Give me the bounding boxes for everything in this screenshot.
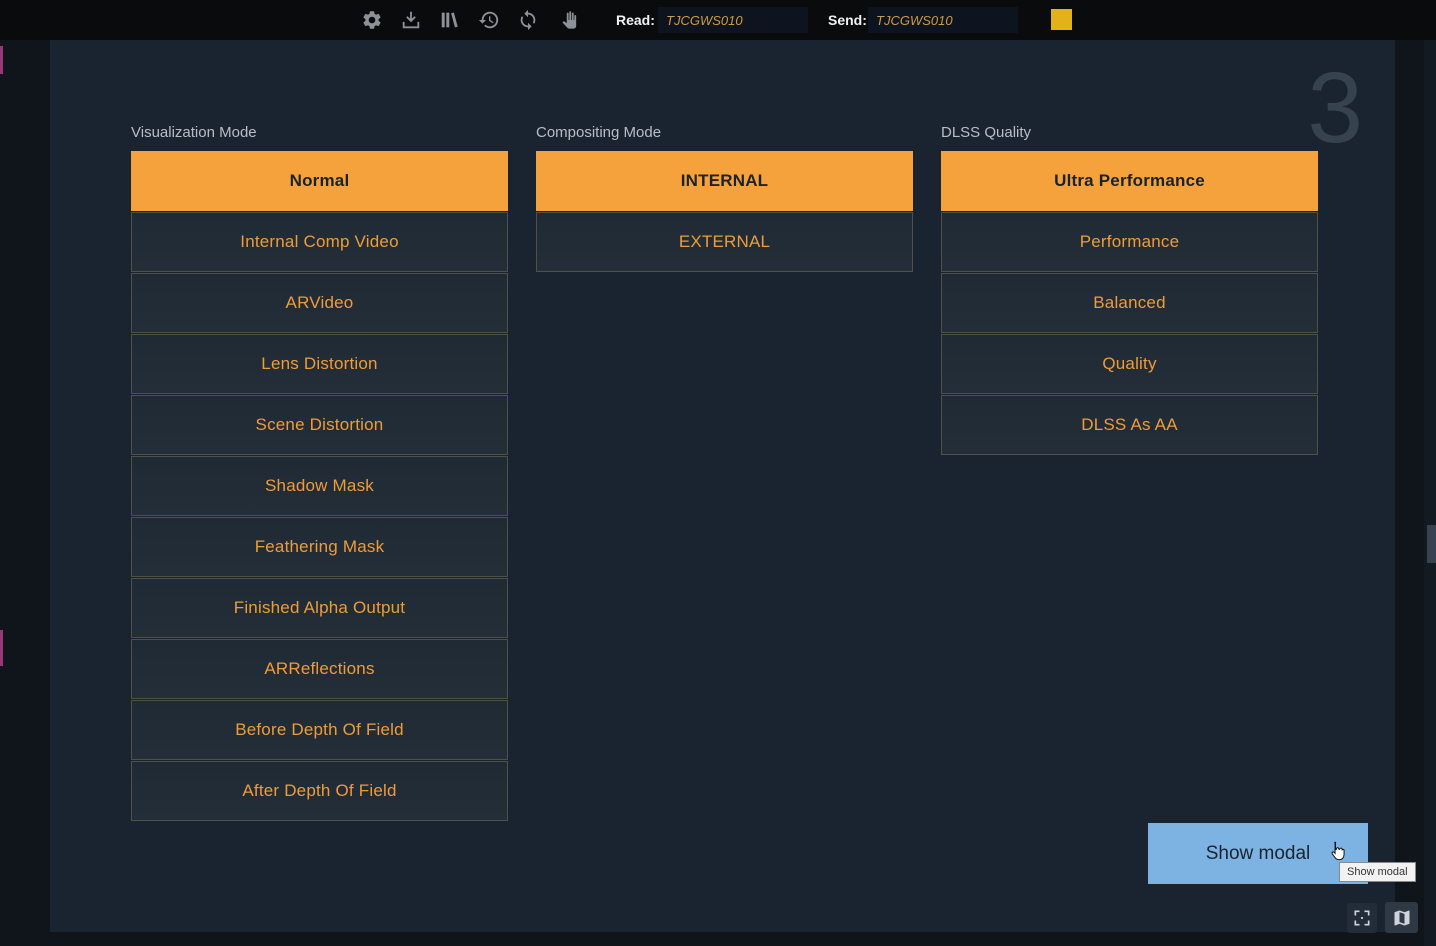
fullscreen-icon[interactable] [1347,903,1377,933]
column-label: Compositing Mode [536,124,913,142]
send-label: Send: [828,12,867,28]
sync-icon[interactable] [516,9,539,32]
option-button-performance[interactable]: Performance [941,212,1318,272]
show-modal-tooltip: Show modal [1339,862,1416,882]
dlss-quality-group: DLSS Quality Ultra PerformancePerformance… [941,124,1318,456]
option-button-quality[interactable]: Quality [941,334,1318,394]
visualization-mode-group: Visualization Mode NormalInternal Comp Vi… [131,124,508,822]
option-button-arvideo[interactable]: ARVideo [131,273,508,333]
option-button-after-depth-of-field[interactable]: After Depth Of Field [131,761,508,821]
hand-icon[interactable] [555,9,578,32]
left-edge-artifact [0,46,3,74]
option-button-balanced[interactable]: Balanced [941,273,1318,333]
compositing-mode-group: Compositing Mode INTERNALEXTERNAL [536,124,913,273]
right-scrollbar-track [1424,40,1436,946]
status-indicator [1051,9,1072,30]
option-button-normal[interactable]: Normal [131,151,508,211]
option-button-before-depth-of-field[interactable]: Before Depth Of Field [131,700,508,760]
option-button-arreflections[interactable]: ARReflections [131,639,508,699]
toolbar-icon-group [360,0,578,40]
top-toolbar: Read: Send: [0,0,1436,40]
option-button-internal[interactable]: INTERNAL [536,151,913,211]
settings-icon[interactable] [360,9,383,32]
main-panel: 3 Visualization ModeNormalInternal Comp … [50,40,1395,932]
option-button-internal-comp-video[interactable]: Internal Comp Video [131,212,508,272]
read-input[interactable] [658,7,808,33]
option-button-feathering-mask[interactable]: Feathering Mask [131,517,508,577]
option-button-finished-alpha-output[interactable]: Finished Alpha Output [131,578,508,638]
option-button-ultra-performance[interactable]: Ultra Performance [941,151,1318,211]
send-input[interactable] [868,7,1018,33]
map-icon[interactable] [1385,902,1418,933]
column-label: Visualization Mode [131,124,508,142]
read-label: Read: [616,12,655,28]
show-modal-button[interactable]: Show modal [1148,823,1368,884]
option-button-shadow-mask[interactable]: Shadow Mask [131,456,508,516]
import-icon[interactable] [399,9,422,32]
option-button-external[interactable]: EXTERNAL [536,212,913,272]
option-button-lens-distortion[interactable]: Lens Distortion [131,334,508,394]
option-button-scene-distortion[interactable]: Scene Distortion [131,395,508,455]
column-label: DLSS Quality [941,124,1318,142]
scrollbar-thumb[interactable] [1427,525,1436,563]
library-icon[interactable] [438,9,461,32]
history-icon[interactable] [477,9,500,32]
option-button-dlss-as-aa[interactable]: DLSS As AA [941,395,1318,455]
left-edge-artifact [0,630,3,666]
